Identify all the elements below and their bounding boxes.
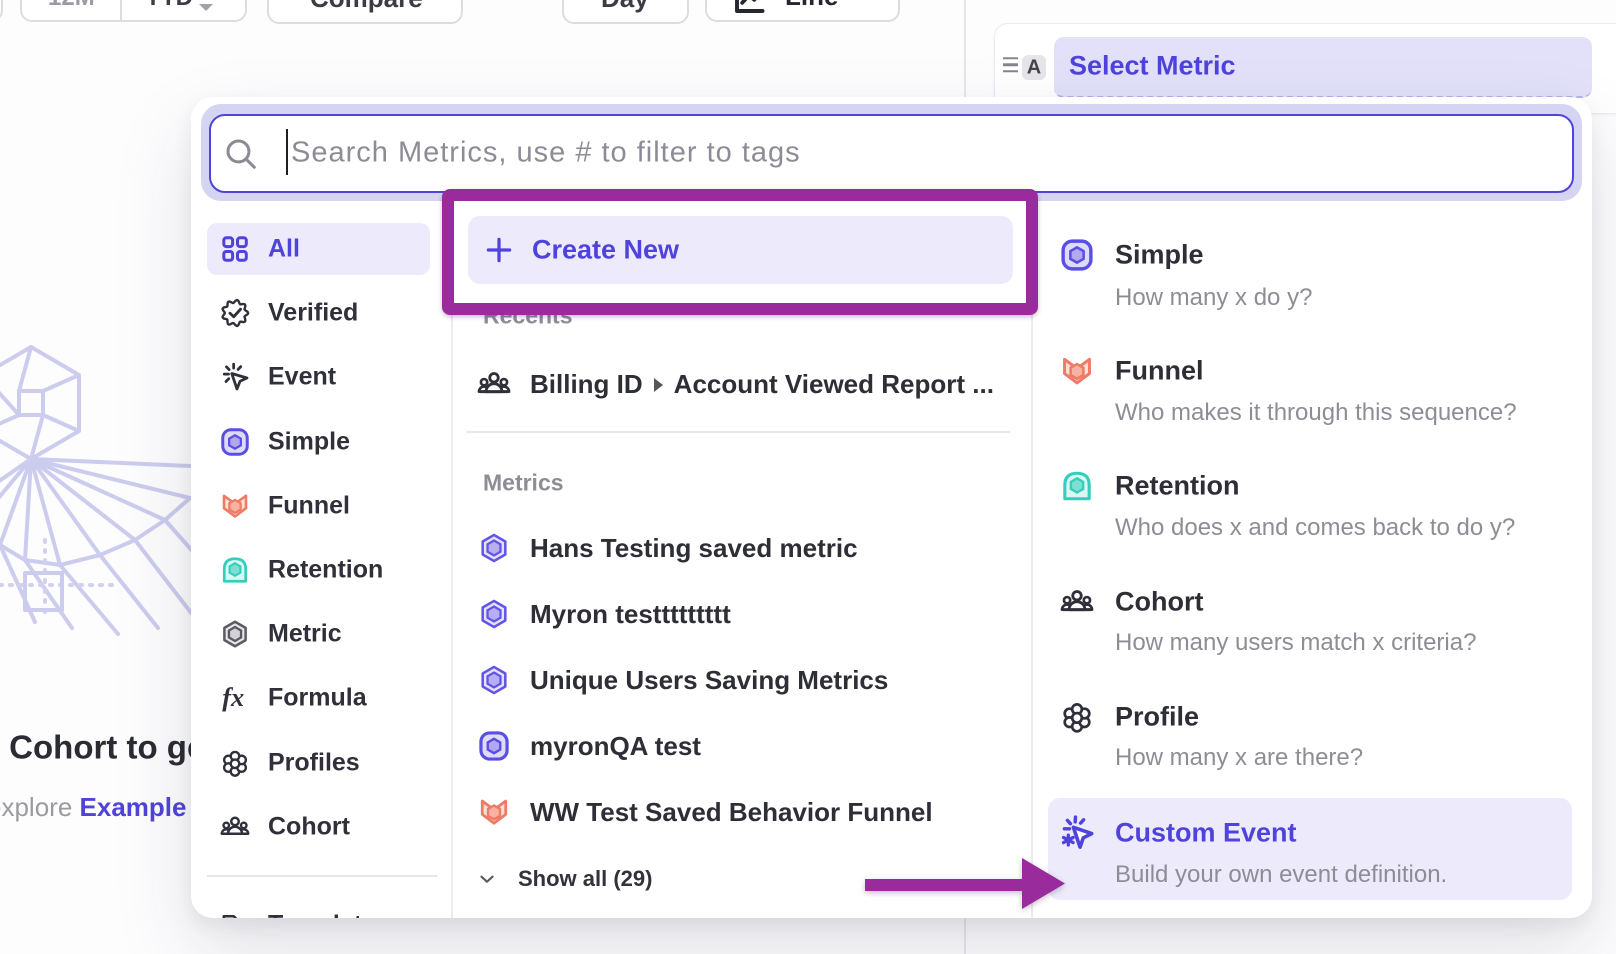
svg-text:fx: fx <box>222 683 244 712</box>
